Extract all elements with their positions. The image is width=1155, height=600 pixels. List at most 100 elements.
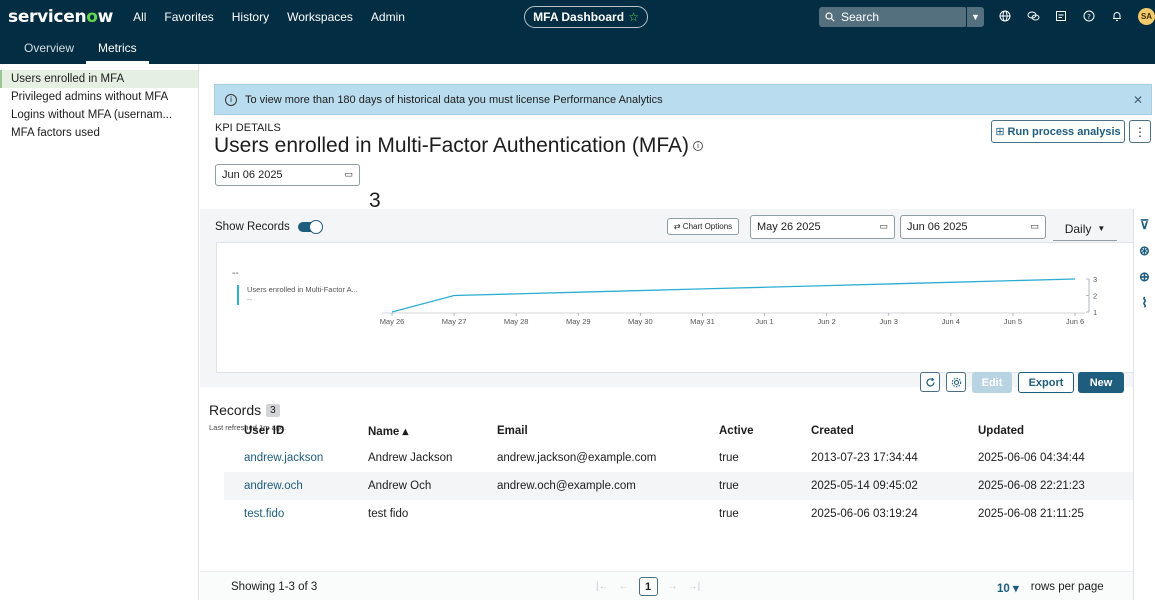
records-table: User ID Name ▴ Email Active Created Upda…	[224, 418, 1133, 528]
show-records-toggle[interactable]	[297, 220, 323, 234]
info-icon[interactable]: i	[693, 141, 704, 152]
user-id-link[interactable]: test.fido	[224, 500, 348, 528]
line-chart-svg: May 26 May 27 May 28 May 29 May 30 May 31 Jun …	[380, 275, 1097, 326]
chat-icon[interactable]	[1026, 8, 1040, 24]
chart-panel: Show Records ⇄ Chart Options May 26 2025…	[200, 209, 1153, 387]
run-process-analysis-button[interactable]: ⊞ Run process analysis	[991, 120, 1125, 143]
dashboard-title-pill[interactable]: MFA Dashboard ☆	[524, 6, 648, 28]
column-header-email[interactable]: Email	[477, 418, 699, 444]
top-navigation-bar: servicenow All Favorites History Workspa…	[0, 0, 1155, 33]
show-records-control: Show Records	[215, 220, 323, 234]
granularity-select[interactable]: Daily ▼	[1053, 217, 1117, 241]
menu-admin[interactable]: Admin	[371, 10, 405, 24]
active-cell: true	[699, 472, 791, 500]
edit-button[interactable]: Edit	[972, 372, 1012, 393]
target-icon[interactable]: ⊕	[1134, 269, 1155, 287]
right-tool-rail: ⊽ ⊛ ⊕ ⌇	[1133, 209, 1155, 600]
kpi-date-picker[interactable]: Jun 06 2025 ▭	[215, 164, 360, 186]
updated-cell: 2025-06-06 04:34:44	[978, 452, 1085, 464]
email-cell: andrew.och@example.com	[477, 472, 699, 500]
global-search-input[interactable]: Search	[819, 7, 967, 27]
menu-favorites[interactable]: Favorites	[164, 10, 213, 24]
created-cell: 2013-07-23 17:34:44	[811, 452, 918, 464]
x-tick-label: Jun 5	[1004, 317, 1022, 326]
table-row[interactable]: andrew.jackson Andrew Jackson andrew.jac…	[224, 444, 1133, 472]
x-tick-label: May 31	[690, 317, 715, 326]
column-header-updated[interactable]: Updated	[958, 418, 1133, 444]
refresh-button[interactable]	[920, 372, 940, 392]
x-tick-label: Jun 1	[755, 317, 773, 326]
table-row[interactable]: test.fido test fido true 2025-06-06 03:1…	[224, 500, 1133, 528]
filter-icon[interactable]: ⊽	[1134, 217, 1155, 235]
forecast-icon[interactable]: ⌇	[1134, 295, 1155, 313]
current-page-button[interactable]: 1	[638, 577, 658, 596]
name-cell: Andrew Jackson	[368, 452, 453, 464]
x-tick-label: Jun 2	[817, 317, 835, 326]
menu-workspaces[interactable]: Workspaces	[287, 10, 353, 24]
column-header-created[interactable]: Created	[791, 418, 958, 444]
table-footer: Showing 1-3 of 3 |← ← 1 → →| 10 ▾ rows p…	[200, 571, 1153, 600]
new-button[interactable]: New	[1078, 372, 1124, 393]
sidebar-item-mfa-factors[interactable]: MFA factors used	[0, 124, 198, 142]
user-avatar[interactable]: SA	[1138, 8, 1155, 25]
start-date-picker[interactable]: May 26 2025 ▭	[750, 215, 895, 239]
help-icon[interactable]: ?	[1082, 8, 1096, 24]
sidebar-item-logins-without-mfa[interactable]: Logins without MFA (usernam...	[0, 106, 198, 124]
export-button[interactable]: Export	[1018, 372, 1074, 393]
column-header-active[interactable]: Active	[699, 418, 791, 444]
start-date-value: May 26 2025	[757, 221, 821, 233]
name-cell: Andrew Och	[348, 472, 477, 500]
user-id-link[interactable]: andrew.och	[224, 472, 348, 500]
x-tick-label: May 28	[504, 317, 529, 326]
first-page-icon[interactable]: |←	[596, 581, 609, 592]
list-settings-button[interactable]	[946, 372, 966, 392]
previous-page-icon[interactable]: ←	[619, 581, 629, 592]
kebab-icon: ⋮	[1134, 124, 1146, 139]
created-cell: 2025-05-14 09:45:02	[791, 472, 958, 500]
table-row[interactable]: andrew.och Andrew Och andrew.och@example…	[224, 472, 1133, 500]
gear-icon	[951, 377, 961, 387]
sidebar-item-privileged-admins[interactable]: Privileged admins without MFA	[0, 88, 198, 106]
menu-history[interactable]: History	[232, 10, 269, 24]
favorite-star-icon[interactable]: ☆	[628, 10, 639, 24]
series-line[interactable]	[391, 278, 1076, 313]
rows-per-page-select[interactable]: 10 ▾	[997, 581, 1019, 595]
trend-icon[interactable]: ⊛	[1134, 243, 1155, 261]
servicenow-logo[interactable]: servicenow	[8, 7, 113, 27]
bell-icon[interactable]	[1110, 8, 1124, 24]
column-header-user-id[interactable]: User ID	[224, 418, 348, 444]
records-title: Records	[209, 402, 262, 418]
globe-icon[interactable]	[998, 8, 1012, 24]
run-process-analysis-label: Run process analysis	[1007, 125, 1121, 138]
more-options-button[interactable]: ⋮	[1129, 120, 1151, 143]
document-icon[interactable]	[1054, 8, 1068, 24]
dashboard-tabs: Overview Metrics	[0, 33, 1155, 64]
kpi-title: Users enrolled in Multi-Factor Authentic…	[214, 134, 704, 158]
banner-text: To view more than 180 days of historical…	[245, 93, 663, 106]
main-menu: All Favorites History Workspaces Admin	[133, 10, 405, 24]
calendar-icon: ▭	[344, 169, 353, 179]
showing-count: Showing 1-3 of 3	[231, 581, 318, 593]
tab-metrics[interactable]: Metrics	[86, 41, 149, 64]
menu-all[interactable]: All	[133, 10, 146, 24]
close-icon[interactable]: ✕	[1133, 93, 1143, 107]
search-icon	[825, 12, 835, 22]
user-id-link[interactable]: andrew.jackson	[224, 444, 348, 472]
calendar-icon: ▭	[1030, 221, 1039, 231]
kpi-date-value: Jun 06 2025	[222, 169, 283, 181]
refresh-icon	[925, 377, 935, 386]
search-scope-dropdown[interactable]: ▼	[966, 7, 984, 27]
x-tick-label: May 27	[442, 317, 467, 326]
chart-options-button[interactable]: ⇄ Chart Options	[667, 218, 739, 235]
records-count-badge: 3	[266, 403, 280, 417]
tab-overview[interactable]: Overview	[12, 41, 86, 64]
active-cell: true	[719, 452, 739, 464]
last-page-icon[interactable]: →|	[688, 581, 701, 592]
end-date-picker[interactable]: Jun 06 2025 ▭	[900, 215, 1046, 239]
sidebar-item-users-enrolled[interactable]: Users enrolled in MFA	[0, 70, 198, 88]
next-page-icon[interactable]: →	[668, 581, 678, 592]
calendar-icon: ▭	[879, 221, 888, 231]
pagination: |← ← 1 → →|	[596, 577, 700, 596]
column-header-name[interactable]: Name ▴	[348, 418, 477, 444]
records-header: Records 3	[209, 402, 280, 418]
